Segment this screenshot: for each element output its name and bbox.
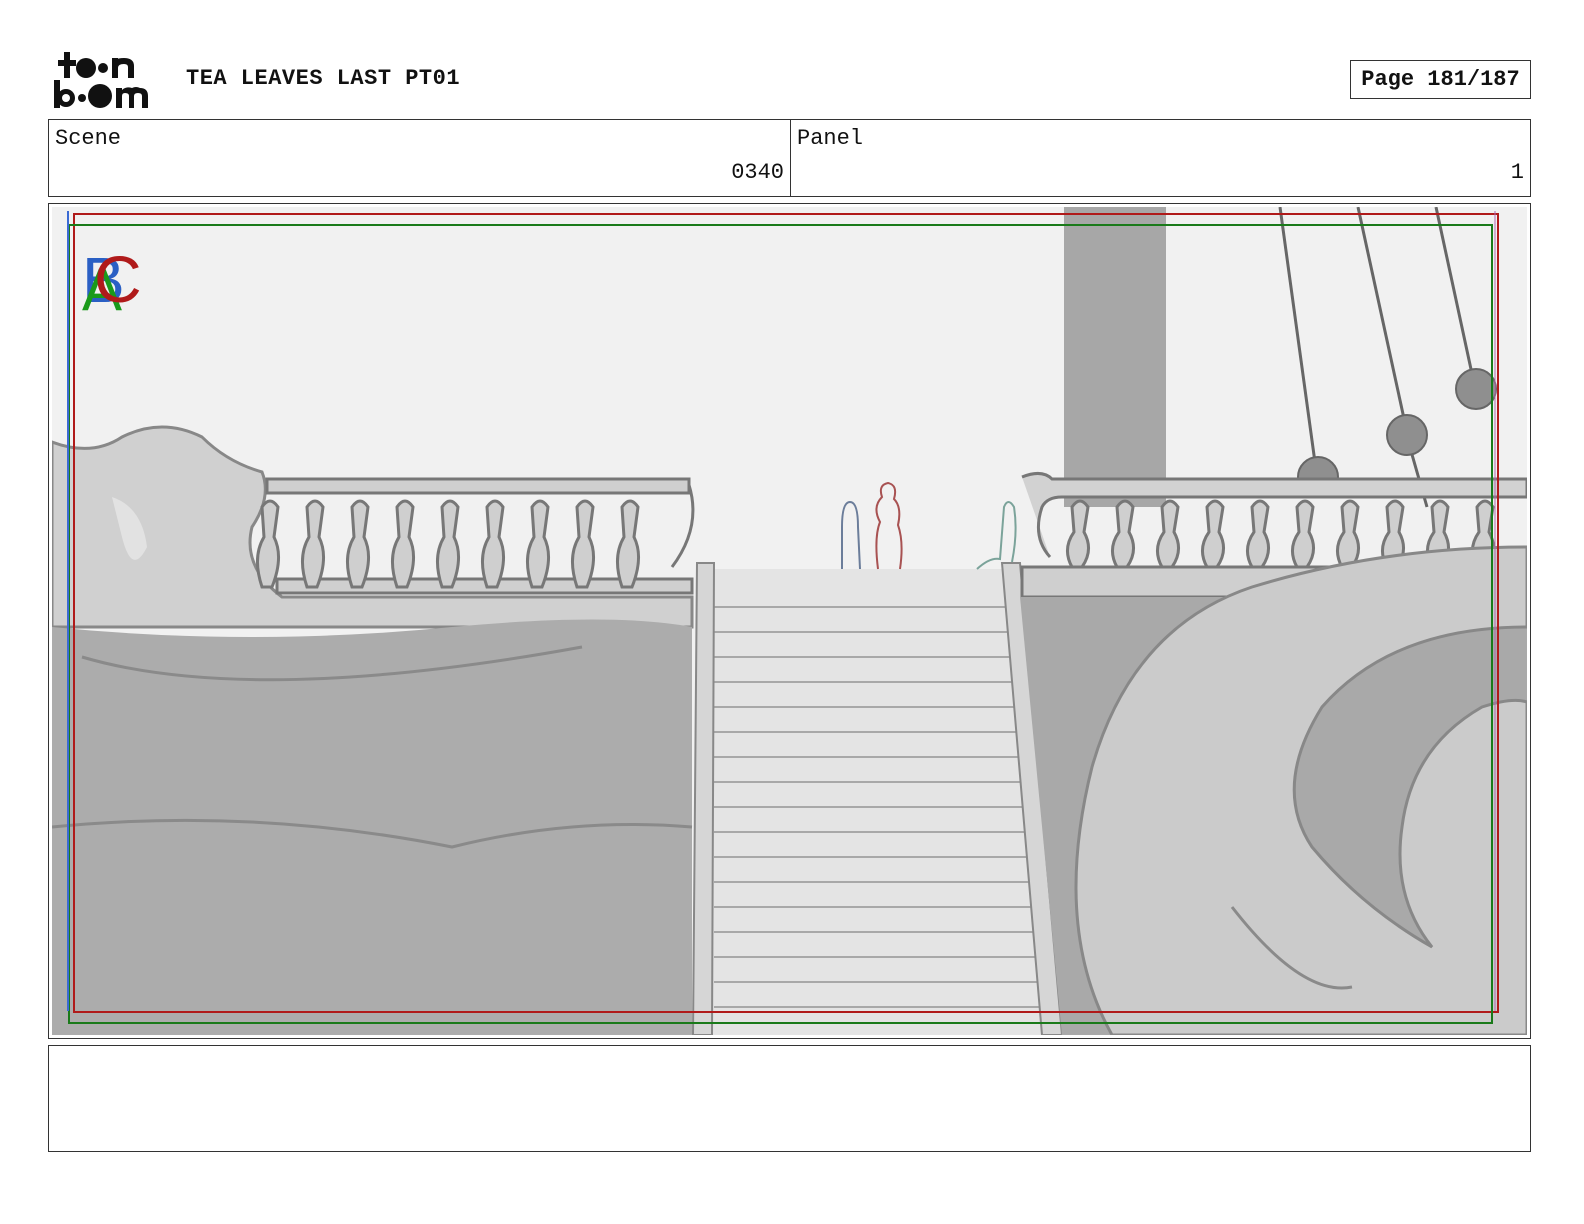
staircase bbox=[691, 562, 1064, 1035]
project-title: TEA LEAVES LAST PT01 bbox=[186, 66, 461, 91]
storyboard-frame: B A C bbox=[48, 203, 1531, 1039]
panel-value: 1 bbox=[1510, 160, 1524, 185]
page-indicator: Page 181/187 bbox=[1350, 60, 1531, 99]
scene-cell: Scene 0340 bbox=[49, 120, 791, 196]
scene-panel-row: Scene 0340 Panel 1 bbox=[48, 119, 1531, 197]
panel-cell: Panel 1 bbox=[791, 120, 1530, 196]
scene-label: Scene bbox=[55, 126, 122, 151]
panel-notes-box bbox=[48, 1045, 1531, 1152]
storyboard-page: TEA LEAVES LAST PT01 Page 181/187 Scene … bbox=[0, 0, 1584, 1224]
panel-artwork: B A C bbox=[52, 207, 1527, 1035]
toon-boom-logo bbox=[54, 52, 148, 108]
field-marker-c: C bbox=[94, 242, 142, 316]
scene-value: 0340 bbox=[731, 160, 784, 185]
panel-label: Panel bbox=[797, 126, 864, 151]
